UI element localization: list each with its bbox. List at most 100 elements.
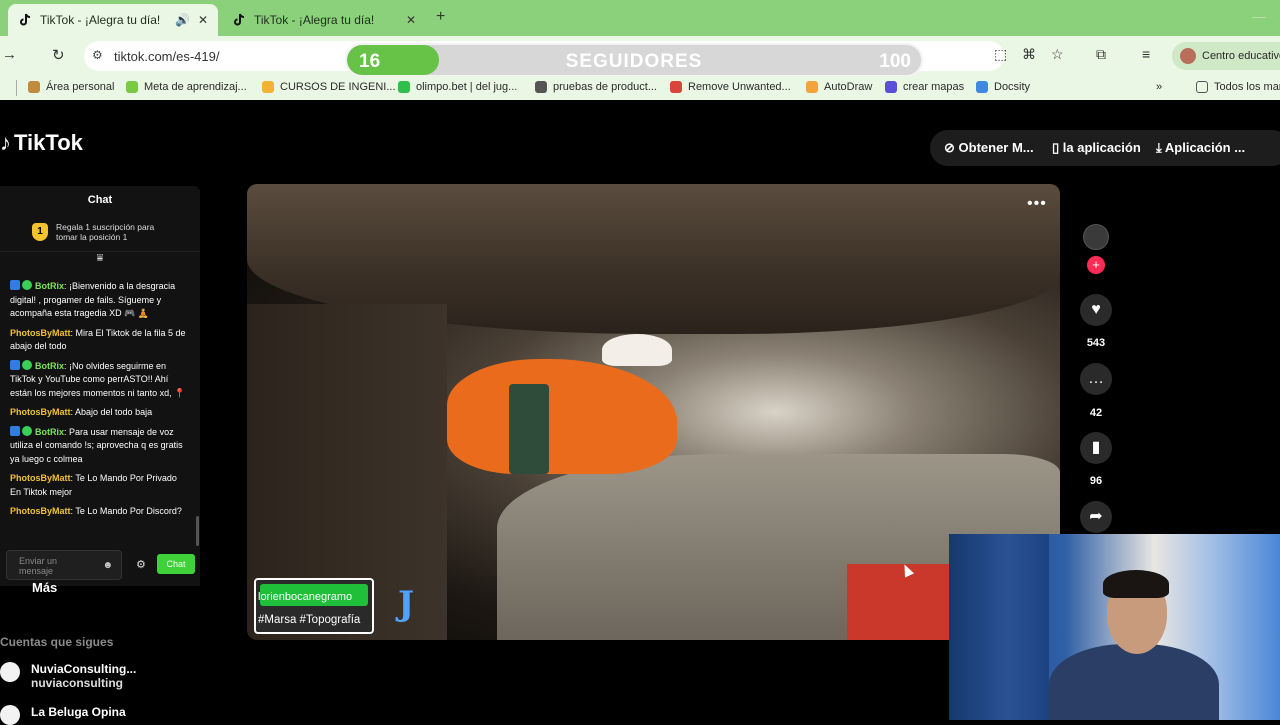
account-name: NuviaConsulting...	[31, 662, 137, 676]
pc-app-button[interactable]: ⤓ Aplicación ...	[1156, 140, 1245, 156]
speaker-icon[interactable]: 🔊	[175, 13, 190, 27]
chat-username[interactable]: PhotosByMatt	[10, 473, 71, 483]
verified-icon	[22, 425, 32, 436]
bookmarks-bar: » Todos los mar Área personal Meta de apr…	[0, 76, 1280, 100]
browser-tab-active[interactable]: TikTok - ¡Alegra tu día! 🔊 ✕	[8, 4, 218, 36]
minimize-icon[interactable]: —	[1252, 8, 1266, 24]
bot-badge-icon	[10, 425, 20, 436]
goal-label: SEGUIDORES	[565, 51, 703, 72]
all-bookmarks-label: Todos los mar	[1214, 81, 1280, 93]
tiktok-logo[interactable]: ♪ TikTok	[0, 130, 83, 156]
webcam-person-body	[1049, 644, 1219, 720]
chat-panel: Chat 1 Regala 1 suscripción para tomar l…	[0, 186, 200, 586]
chat-title: Chat	[87, 194, 113, 206]
all-bookmarks[interactable]: Todos los mar	[1196, 81, 1280, 93]
chat-scrollbar[interactable]	[196, 516, 199, 546]
account-name: La Beluga Opina	[31, 705, 126, 719]
get-coins-button[interactable]: ⊘ Obtener M...	[944, 140, 1034, 156]
bookmark-item[interactable]: CURSOS DE INGENI...	[262, 81, 396, 93]
avatar	[1180, 48, 1196, 64]
chat-username[interactable]: PhotosByMatt	[10, 328, 71, 338]
bookmark-favicon-icon	[28, 81, 40, 93]
share-icon[interactable]: ➦	[1080, 501, 1112, 533]
goal-target: 100	[879, 51, 911, 72]
close-icon[interactable]: ✕	[406, 13, 416, 27]
chat-message-list: BotRix: ¡Bienvenido a la desgracia digit…	[0, 280, 196, 542]
chat-send-button[interactable]: Chat	[157, 554, 195, 574]
following-account[interactable]: La Beluga Opina	[0, 705, 126, 725]
bookmark-label: AutoDraw	[824, 81, 873, 93]
tab-title: TikTok - ¡Alegra tu día!	[254, 13, 375, 27]
profile-label: Centro educativo	[1202, 50, 1280, 62]
chat-message: BotRix: Para usar mensaje de voz utiliza…	[10, 425, 188, 467]
video-scene-instrument	[509, 384, 549, 474]
gear-icon[interactable]: ⚙	[136, 558, 146, 571]
chat-username[interactable]: BotRix	[35, 361, 64, 371]
bookmark-item[interactable]: Remove Unwanted...	[670, 81, 791, 93]
bookmark-item[interactable]: AutoDraw	[806, 81, 872, 93]
bookmark-item[interactable]: olimpo.bet | del jug...	[398, 81, 517, 93]
forward-arrow-icon[interactable]: →	[2, 46, 17, 63]
comment-icon[interactable]: …	[1080, 363, 1112, 395]
chat-text: Te Lo Mando Por Discord?	[75, 506, 182, 516]
save-count: 96	[1089, 475, 1103, 487]
chat-message: BotRix: ¡No olvides seguirme en TikTok y…	[10, 359, 188, 401]
webcam-overlay	[949, 534, 1280, 720]
account-handle: nuviaconsulting	[31, 676, 124, 690]
install-app-icon[interactable]: ⬚	[994, 46, 1007, 63]
top-actions-bar: ⊘ Obtener M... ▯ la aplicación ⤓ Aplicac…	[930, 130, 1280, 166]
more-options-icon[interactable]: •••	[1027, 195, 1047, 213]
gift-promo[interactable]: 1 Regala 1 suscripción para tomar la pos…	[0, 212, 200, 252]
bookmark-item[interactable]: Docsity	[976, 81, 1030, 93]
media-control-icon[interactable]: ≡	[1142, 46, 1150, 62]
bookmarks-overflow-icon[interactable]: »	[1156, 81, 1162, 93]
webcam-person-hair	[1103, 570, 1169, 598]
video-player[interactable]	[247, 184, 1060, 640]
chat-filter-icon[interactable]: ⩸	[0, 252, 200, 266]
bookmark-favicon-icon	[670, 81, 682, 93]
extensions-icon[interactable]: ⧉	[1096, 46, 1106, 63]
tab-title: TikTok - ¡Alegra tu día!	[40, 13, 161, 27]
bookmark-label: Meta de aprendizaj...	[144, 81, 247, 93]
get-coins-label: Obtener M...	[958, 140, 1034, 155]
chat-username[interactable]: PhotosByMatt	[10, 506, 71, 516]
bookmark-label: crear mapas	[903, 81, 965, 93]
chat-message: PhotosByMatt: Te Lo Mando Por Discord?	[10, 505, 188, 519]
follow-plus-icon[interactable]: +	[1087, 256, 1105, 274]
bookmark-label: pruebas de product...	[553, 81, 657, 93]
more-link[interactable]: Más	[32, 580, 57, 595]
tag-user: lorienbocanegramo	[258, 591, 353, 603]
creator-avatar[interactable]	[1083, 224, 1109, 250]
site-info-icon[interactable]: ⚙	[92, 48, 108, 64]
new-tab-plus-icon[interactable]: +	[436, 8, 445, 26]
bookmark-item[interactable]: pruebas de product...	[535, 81, 657, 93]
bookmark-icon[interactable]: ▮	[1080, 432, 1112, 464]
translate-icon[interactable]: ⌘	[1022, 46, 1036, 63]
chat-username[interactable]: PhotosByMatt	[10, 407, 71, 417]
bookmark-favicon-icon	[535, 81, 547, 93]
profile-chip[interactable]: Centro educativo	[1172, 42, 1280, 70]
webcam-curtain	[949, 534, 1049, 720]
bookmark-item[interactable]: Área personal	[28, 81, 115, 93]
heart-icon[interactable]: ♥	[1080, 294, 1112, 326]
following-account[interactable]: NuviaConsulting... nuviaconsulting	[0, 662, 136, 690]
chat-message: BotRix: ¡Bienvenido a la desgracia digit…	[10, 280, 188, 321]
video-scene-helmet	[602, 334, 672, 366]
close-icon[interactable]: ✕	[198, 13, 208, 27]
bookmark-favicon-icon	[885, 81, 897, 93]
bookmark-item[interactable]: Meta de aprendizaj...	[126, 81, 247, 93]
bookmark-star-icon[interactable]: ☆	[1051, 46, 1064, 63]
chat-username[interactable]: BotRix	[35, 427, 64, 437]
chat-username[interactable]: BotRix	[35, 281, 64, 291]
bookmark-item[interactable]: crear mapas	[885, 81, 964, 93]
bookmarks-divider	[16, 80, 17, 96]
reload-icon[interactable]: ↻	[52, 46, 65, 64]
emoji-icon[interactable]: ☻	[102, 560, 113, 571]
avatar	[0, 705, 20, 725]
bookmark-favicon-icon	[398, 81, 410, 93]
get-app-button[interactable]: ▯ la aplicación	[1052, 140, 1141, 156]
bot-badge-icon	[10, 359, 20, 370]
url-text: tiktok.com/es-419/	[114, 49, 220, 64]
chat-message-input[interactable]: Enviar un mensaje ☻	[6, 550, 122, 580]
browser-tab[interactable]: TikTok - ¡Alegra tu día! ✕	[222, 4, 426, 36]
